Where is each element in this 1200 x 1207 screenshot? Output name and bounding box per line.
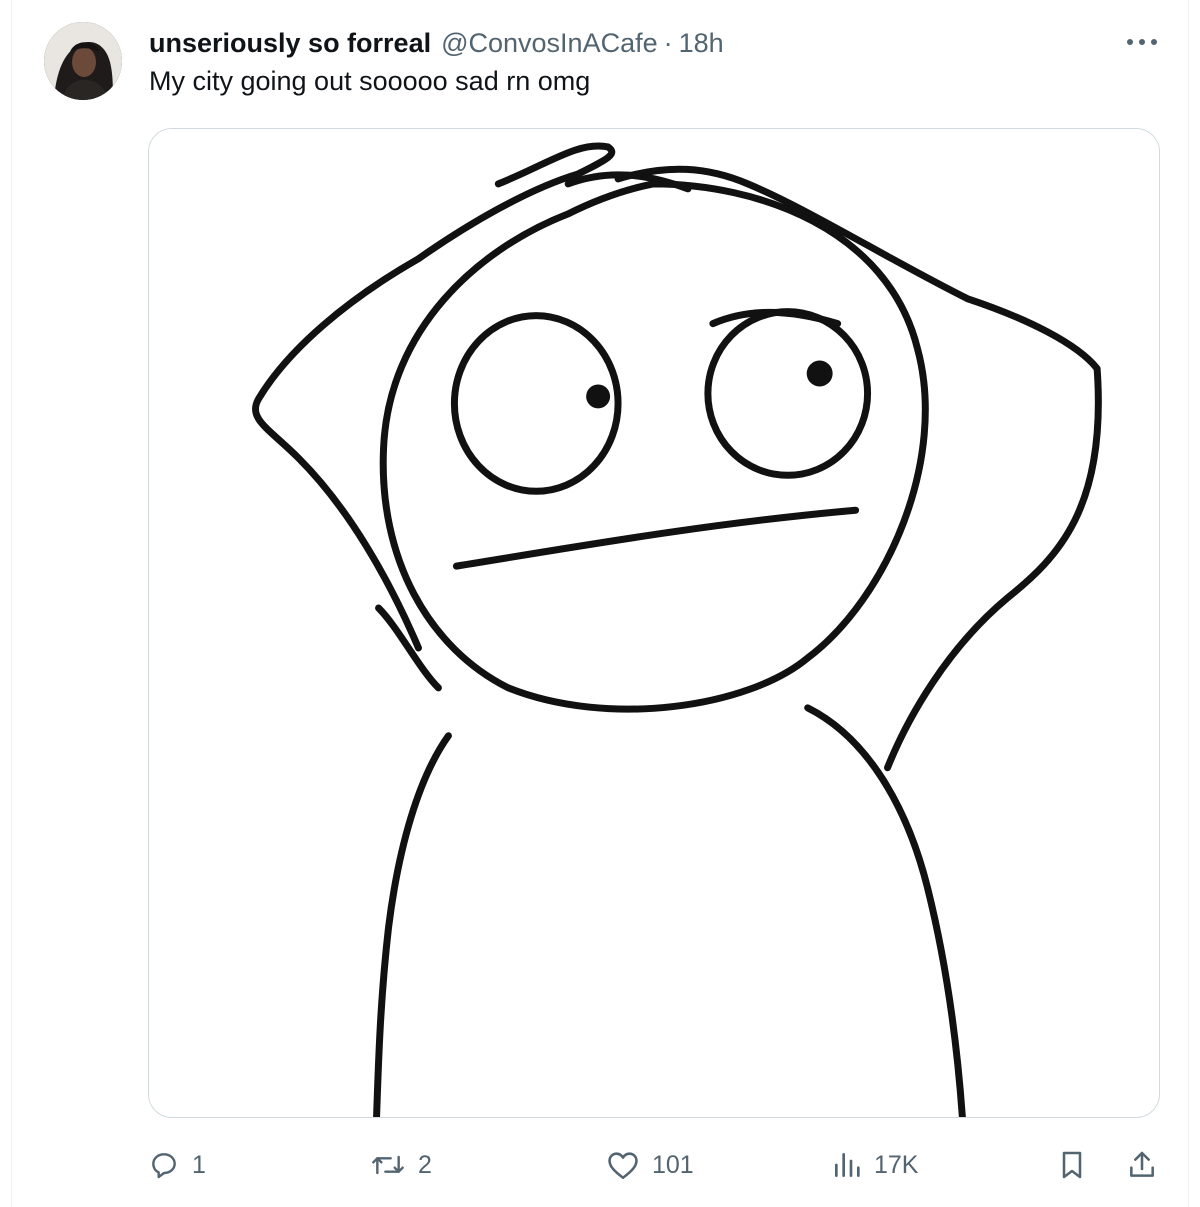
timestamp[interactable]: 18h [679,28,724,59]
views-button[interactable]: 17K [832,1145,918,1185]
avatar-image [44,22,122,100]
meme-drawing [149,129,1159,1117]
retweet-count: 2 [418,1150,432,1179]
share-button[interactable] [1126,1145,1158,1185]
more-options-button[interactable] [1122,28,1162,56]
like-button[interactable]: 101 [606,1145,694,1185]
reply-button[interactable]: 1 [148,1145,206,1185]
user-handle[interactable]: @ConvosInACafe [441,28,658,59]
tweet-text: My city going out sooooo sad rn omg [149,66,591,96]
retweet-arrows-icon [370,1149,406,1181]
bar-chart-icon [832,1149,862,1181]
bookmark-icon [1057,1149,1087,1181]
timeline-border-right [1188,0,1189,1207]
views-count: 17K [874,1150,919,1179]
retweet-button[interactable]: 2 [370,1145,432,1185]
tweet-header: unseriously so forreal @ConvosInACafe · … [149,26,724,60]
bookmark-button[interactable] [1057,1145,1087,1185]
reply-count: 1 [192,1150,206,1179]
separator-dot: · [663,27,673,58]
like-count: 101 [652,1150,694,1179]
more-horizontal-icon [1127,39,1157,45]
display-name[interactable]: unseriously so forreal [149,28,431,59]
heart-icon [606,1149,640,1181]
reply-bubble-icon [148,1149,180,1181]
avatar[interactable] [44,22,122,100]
tweet-media-image[interactable] [148,128,1160,1118]
share-upload-icon [1126,1149,1158,1181]
timeline-border-left [11,0,12,1207]
